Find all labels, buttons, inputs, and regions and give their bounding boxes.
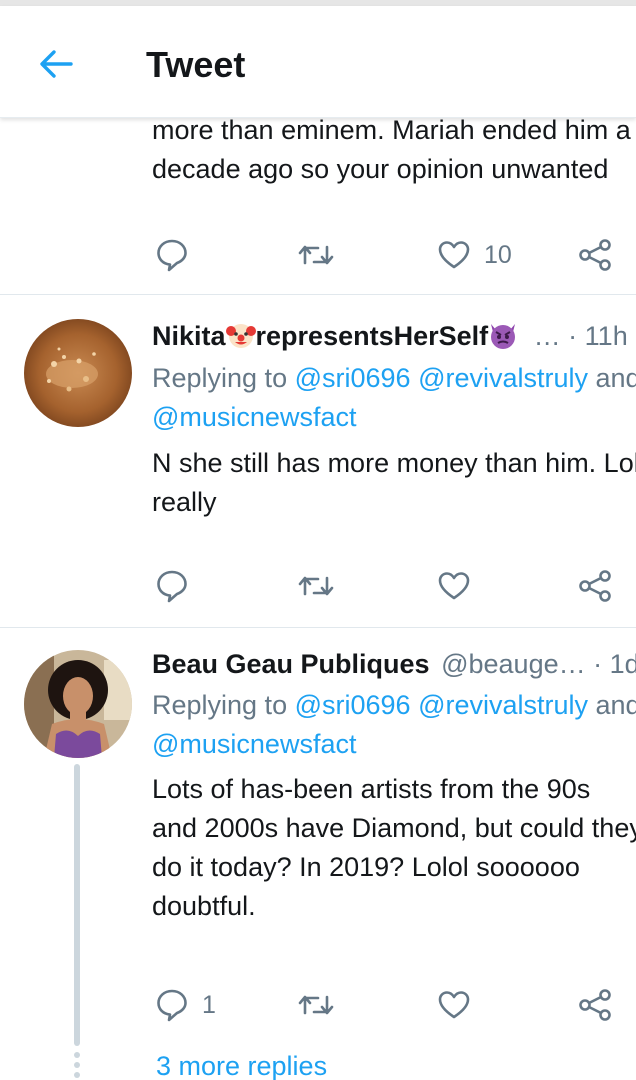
reply-button[interactable] [156,561,188,611]
mention-link[interactable]: @sri0696 [295,363,411,393]
replying-and: and [588,363,636,393]
like-button[interactable] [438,561,470,611]
page-title: Tweet [146,44,246,85]
retweet-button[interactable] [298,561,334,611]
tweet-text-line: really [152,487,217,517]
retweet-button[interactable] [298,230,334,280]
display-name[interactable]: Beau Geau Publiques [152,649,430,679]
tweet-text-line: doubtful. [152,891,256,921]
tweet-actions: 10 [0,230,636,280]
thread-ellipsis [74,1052,80,1080]
mention-link[interactable]: @musicnewsfact [152,729,356,759]
share-icon [579,989,611,1021]
mention-link[interactable]: @sri0696 [295,690,411,720]
heart-icon [438,241,470,269]
tweet-divider [0,294,636,295]
retweet-button[interactable] [298,980,334,1030]
tweet-text-line: do it today? In 2019? Lolol soooooo [152,852,580,882]
reply-button[interactable]: 1 [156,980,216,1030]
tweet-divider [0,627,636,628]
more-replies-link[interactable]: 3 more replies [156,1046,327,1080]
share-icon [579,239,611,271]
comment-icon [157,570,187,603]
share-icon [579,570,611,602]
share-button[interactable] [578,980,612,1030]
clown-emoji-icon [225,324,256,348]
tweet-meta: … · 11h [533,321,628,351]
back-button[interactable] [30,38,82,90]
tweet-text-line: and 2000s have Diamond, but could they [152,813,636,843]
tweet-meta: @beauge… · 1d [441,649,636,679]
app-header: Tweet [0,6,636,118]
share-button[interactable] [578,561,612,611]
replying-to-cont: @musicnewsfact [152,726,356,762]
replying-to-cont: @musicnewsfact [152,399,356,435]
share-button[interactable] [578,230,612,280]
angry-devil-emoji-icon [491,324,516,349]
replying-prefix: Replying to [152,363,295,393]
like-button[interactable]: 10 [438,230,512,280]
timeline: more than eminem. Mariah ended him a dec… [0,0,636,1080]
reply-button[interactable] [156,230,188,280]
retweet-icon [298,245,334,265]
avatar[interactable] [24,319,132,427]
comment-icon [157,989,187,1022]
reply-count: 1 [202,990,216,1019]
tweet-text-line: N she still has more money than him. Lol [152,448,636,478]
tweet-header: Beau Geau Publiques @beauge… · 1d [152,646,636,682]
tweet-header: Nikita representsHerSelf … · 11h [152,318,628,354]
like-button[interactable] [438,980,470,1030]
tweet-text-line: Lots of has-been artists from the 90s [152,774,591,804]
tweet-text-line: decade ago so your opinion unwanted [152,154,609,184]
display-name[interactable]: Nikita [152,321,226,351]
retweet-icon [298,995,334,1015]
retweet-icon [298,576,334,596]
like-count: 10 [484,240,512,269]
avatar[interactable] [24,650,132,758]
heart-icon [438,991,470,1019]
replying-to: Replying to @sri0696 @revivalstruly and [152,360,636,396]
replying-to: Replying to @sri0696 @revivalstruly and [152,687,636,723]
arrow-left-icon [40,50,73,78]
mention-link[interactable]: @revivalstruly [418,363,588,393]
tweet-actions: 1 [0,980,636,1030]
tweet-actions [0,561,636,611]
replying-and: and [588,690,636,720]
mention-link[interactable]: @revivalstruly [418,690,588,720]
mention-link[interactable]: @musicnewsfact [152,402,356,432]
heart-icon [438,572,470,600]
display-name-suffix[interactable]: representsHerSelf [256,321,489,351]
replying-prefix: Replying to [152,690,295,720]
comment-icon [157,239,187,272]
